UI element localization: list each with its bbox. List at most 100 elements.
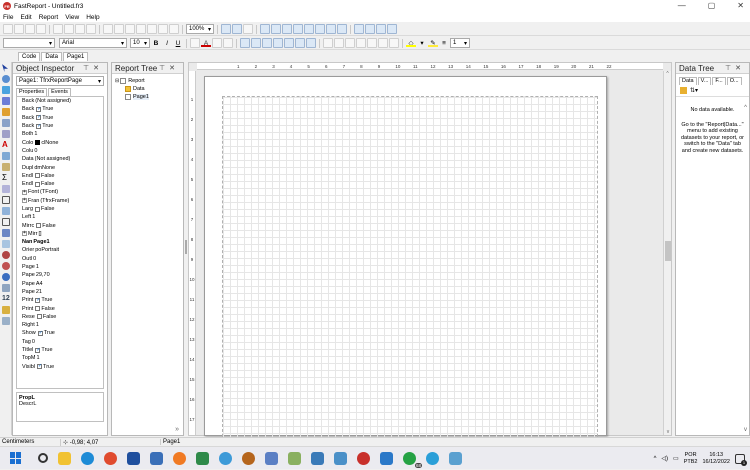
show-hidden-icons[interactable]: ^ [654,456,657,462]
align-right-icon[interactable] [282,24,292,34]
ungroup-icon[interactable] [169,24,179,34]
delete-page-icon[interactable] [75,24,85,34]
image-icon[interactable] [2,163,10,171]
italic-button[interactable]: I [162,38,172,48]
tab-objects[interactable]: O... [726,77,742,85]
property-value[interactable]: True [44,330,55,336]
property-value[interactable]: True [42,123,53,129]
open-icon[interactable] [14,24,24,34]
checkbox-checked[interactable] [36,123,41,129]
property-value[interactable]: False [41,173,54,179]
property-row[interactable]: Orier poPortrait [17,246,103,254]
text-color-button[interactable]: A [201,38,211,48]
text-edit-icon[interactable] [2,97,10,105]
sort-icon[interactable]: ⇅▾ [690,87,698,94]
property-row[interactable]: Back True [17,114,103,122]
telegram-icon[interactable] [426,451,439,465]
frame-none-icon[interactable] [378,38,388,48]
property-value[interactable]: True [43,364,54,370]
property-row[interactable]: Page 1 [17,263,103,271]
expand-panel-icon[interactable]: » [175,426,179,433]
property-value[interactable]: 1 [34,131,37,137]
format-copy-icon[interactable] [2,108,10,116]
expand-icon[interactable]: + [22,231,27,237]
underline-button[interactable]: U [173,38,183,48]
new-page-icon[interactable] [53,24,63,34]
frame-top-icon[interactable] [323,38,333,48]
same-height-icon[interactable] [387,24,397,34]
property-value[interactable]: 0 [34,148,37,154]
property-row[interactable]: Print True [17,296,103,304]
scroll-down-icon[interactable]: v [744,427,747,433]
scroll-up-icon[interactable]: ^ [744,105,747,111]
checkbox-unchecked[interactable] [35,206,41,212]
property-value[interactable]: Page1 [33,239,49,245]
property-row[interactable]: Larg False [17,205,103,213]
text-top-icon[interactable] [284,38,294,48]
subreport-icon[interactable] [2,130,10,138]
checkbox-unchecked[interactable] [36,314,42,320]
menu-edit[interactable]: Edit [20,14,31,21]
checkbox-checked[interactable] [37,330,43,336]
band-icon[interactable] [2,119,10,127]
property-value[interactable]: (TfrxFrame) [40,198,69,204]
expand-icon[interactable]: + [22,189,27,195]
property-row[interactable]: Back True [17,122,103,130]
tree-item-report[interactable]: ⊟ Report [115,77,180,85]
property-value[interactable]: 1 [36,264,39,270]
text-justify-icon[interactable] [273,38,283,48]
pin-icon[interactable]: ⊤ [159,65,169,72]
undo-icon[interactable] [136,24,146,34]
cross-tab-icon[interactable] [2,229,10,237]
property-row[interactable]: Print False [17,304,103,312]
tab-variables[interactable]: V... [697,77,712,85]
property-value[interactable]: False [41,206,54,212]
table-icon[interactable] [2,284,10,292]
property-value[interactable]: 0 [33,256,36,262]
tree-item-page1[interactable]: Page1 [115,93,180,101]
property-value[interactable]: False [43,314,56,320]
property-value[interactable]: clNone [41,140,58,146]
property-row[interactable]: TopM 1 [17,354,103,362]
page-settings-icon[interactable] [86,24,96,34]
select-arrow-icon[interactable] [2,64,8,72]
gauge-icon[interactable] [2,251,10,259]
checkbox-checked[interactable] [36,106,41,112]
preview-icon[interactable] [36,24,46,34]
close-button[interactable]: ✕ [737,1,744,10]
checkbox-unchecked[interactable] [35,173,41,179]
speaker-icon[interactable]: ◁) [661,455,668,462]
property-value[interactable]: poPortrait [35,247,59,253]
tab-code[interactable]: Code [18,52,41,61]
property-value[interactable]: 1 [32,214,35,220]
align-bottom-icon[interactable] [315,24,325,34]
property-value[interactable]: True [42,115,53,121]
property-row[interactable]: + Font (TFont) [17,188,103,196]
property-row[interactable]: Left 1 [17,213,103,221]
checkbox-checked[interactable] [35,297,41,303]
property-value[interactable]: 1 [36,322,39,328]
property-value[interactable]: False [41,181,54,187]
property-value[interactable]: True [42,106,53,112]
property-row[interactable]: Colu 0 [17,147,103,155]
pin-icon[interactable]: ⊤ [83,65,93,72]
property-row[interactable]: Back (Not assigned) [17,97,103,105]
property-row[interactable]: Visibl True [17,363,103,371]
app-circle-icon[interactable] [219,451,232,465]
property-row[interactable]: Data (Not assigned) [17,155,103,163]
chrome-icon[interactable] [104,451,117,465]
checkbox-checked[interactable] [37,363,42,370]
copy-icon[interactable] [114,24,124,34]
fit-to-grid-icon[interactable] [243,24,253,34]
notepad-icon[interactable] [196,451,209,465]
checkbox-checked[interactable] [36,114,41,121]
fill-color-button[interactable]: ◇ [406,38,416,48]
property-row[interactable]: + Fran (TfrxFrame) [17,197,103,205]
wizard-icon[interactable] [2,306,10,314]
property-row[interactable]: Pape 21 [17,288,103,296]
scroll-up-icon[interactable]: ^ [664,71,671,77]
style-combo[interactable]: ▾ [3,38,55,48]
mail-icon[interactable] [127,451,140,465]
object-selector-combo[interactable]: Page1: TfrxReportPage ▾ [16,76,104,86]
close-icon[interactable]: ✕ [169,65,179,72]
